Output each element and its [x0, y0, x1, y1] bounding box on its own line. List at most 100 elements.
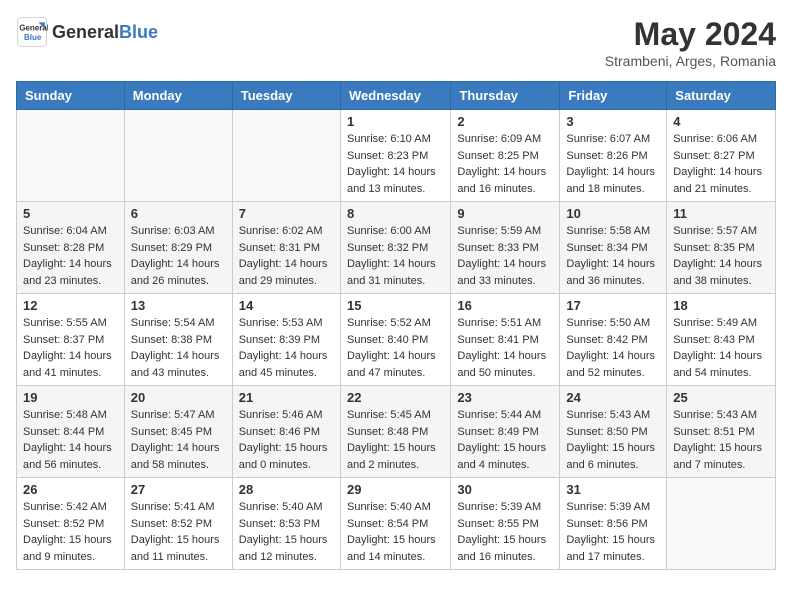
- calendar-week-1: 1 Sunrise: 6:10 AMSunset: 8:23 PMDaylight…: [17, 110, 776, 202]
- day-number: 22: [347, 390, 444, 405]
- day-info: Sunrise: 5:39 AMSunset: 8:56 PMDaylight:…: [566, 499, 660, 565]
- day-info: Sunrise: 5:43 AMSunset: 8:50 PMDaylight:…: [566, 407, 660, 473]
- calendar-cell: [667, 478, 776, 570]
- weekday-header-thursday: Thursday: [451, 82, 560, 110]
- calendar-cell: 8 Sunrise: 6:00 AMSunset: 8:32 PMDaylight…: [340, 202, 450, 294]
- calendar-cell: 30Sunrise: 5:39 AMSunset: 8:55 PMDayligh…: [451, 478, 560, 570]
- day-info: Sunrise: 6:06 AMSunset: 8:27 PMDaylight:…: [673, 131, 769, 197]
- day-number: 5: [23, 206, 118, 221]
- day-info: Sunrise: 6:02 AMSunset: 8:31 PMDaylight:…: [239, 223, 334, 289]
- day-number: 20: [131, 390, 226, 405]
- calendar-cell: 16 Sunrise: 5:51 AMSunset: 8:41 PMDayligh…: [451, 294, 560, 386]
- day-info: Sunrise: 6:03 AMSunset: 8:29 PMDaylight:…: [131, 223, 226, 289]
- calendar-cell: 27 Sunrise: 5:41 AMSunset: 8:52 PMDayligh…: [124, 478, 232, 570]
- day-info: Sunrise: 5:51 AMSunset: 8:41 PMDaylight:…: [457, 315, 553, 381]
- day-number: 25: [673, 390, 769, 405]
- day-number: 19: [23, 390, 118, 405]
- day-info: Sunrise: 6:00 AMSunset: 8:32 PMDaylight:…: [347, 223, 444, 289]
- day-number: 2: [457, 114, 553, 129]
- day-info: Sunrise: 6:10 AMSunset: 8:23 PMDaylight:…: [347, 131, 444, 197]
- day-number: 24: [566, 390, 660, 405]
- title-area: May 2024 Strambeni, Arges, Romania: [605, 16, 776, 69]
- day-number: 31: [566, 482, 660, 497]
- day-info: Sunrise: 5:40 AMSunset: 8:54 PMDaylight:…: [347, 499, 444, 565]
- location-subtitle: Strambeni, Arges, Romania: [605, 53, 776, 69]
- day-info: Sunrise: 5:40 AMSunset: 8:53 PMDaylight:…: [239, 499, 334, 565]
- day-info: Sunrise: 5:41 AMSunset: 8:52 PMDaylight:…: [131, 499, 226, 565]
- calendar-cell: 4Sunrise: 6:06 AMSunset: 8:27 PMDaylight…: [667, 110, 776, 202]
- day-number: 7: [239, 206, 334, 221]
- logo-text: GeneralBlue: [52, 22, 158, 43]
- day-number: 18: [673, 298, 769, 313]
- calendar-cell: 20 Sunrise: 5:47 AMSunset: 8:45 PMDayligh…: [124, 386, 232, 478]
- page-header: General Blue GeneralBlue May 2024 Stramb…: [16, 16, 776, 69]
- calendar-cell: [124, 110, 232, 202]
- logo-general: General: [52, 22, 119, 42]
- calendar-cell: 5 Sunrise: 6:04 AMSunset: 8:28 PMDaylight…: [17, 202, 125, 294]
- day-number: 15: [347, 298, 444, 313]
- day-number: 16: [457, 298, 553, 313]
- day-number: 3: [566, 114, 660, 129]
- logo-blue: Blue: [119, 22, 158, 42]
- day-info: Sunrise: 5:53 AMSunset: 8:39 PMDaylight:…: [239, 315, 334, 381]
- day-info: Sunrise: 6:04 AMSunset: 8:28 PMDaylight:…: [23, 223, 118, 289]
- day-number: 29: [347, 482, 444, 497]
- day-number: 11: [673, 206, 769, 221]
- calendar-week-2: 5 Sunrise: 6:04 AMSunset: 8:28 PMDaylight…: [17, 202, 776, 294]
- calendar-cell: 7 Sunrise: 6:02 AMSunset: 8:31 PMDaylight…: [232, 202, 340, 294]
- day-info: Sunrise: 6:09 AMSunset: 8:25 PMDaylight:…: [457, 131, 553, 197]
- day-number: 26: [23, 482, 118, 497]
- day-number: 28: [239, 482, 334, 497]
- day-number: 13: [131, 298, 226, 313]
- calendar-cell: 1 Sunrise: 6:10 AMSunset: 8:23 PMDaylight…: [340, 110, 450, 202]
- calendar-cell: 10Sunrise: 5:58 AMSunset: 8:34 PMDayligh…: [560, 202, 667, 294]
- logo: General Blue GeneralBlue: [16, 16, 158, 48]
- calendar-cell: 2 Sunrise: 6:09 AMSunset: 8:25 PMDaylight…: [451, 110, 560, 202]
- day-info: Sunrise: 5:49 AMSunset: 8:43 PMDaylight:…: [673, 315, 769, 381]
- weekday-header-saturday: Saturday: [667, 82, 776, 110]
- day-number: 8: [347, 206, 444, 221]
- calendar-cell: 25Sunrise: 5:43 AMSunset: 8:51 PMDayligh…: [667, 386, 776, 478]
- day-info: Sunrise: 5:52 AMSunset: 8:40 PMDaylight:…: [347, 315, 444, 381]
- calendar-cell: 26 Sunrise: 5:42 AMSunset: 8:52 PMDayligh…: [17, 478, 125, 570]
- calendar-cell: 15 Sunrise: 5:52 AMSunset: 8:40 PMDayligh…: [340, 294, 450, 386]
- day-number: 14: [239, 298, 334, 313]
- day-info: Sunrise: 5:54 AMSunset: 8:38 PMDaylight:…: [131, 315, 226, 381]
- calendar-cell: 17Sunrise: 5:50 AMSunset: 8:42 PMDayligh…: [560, 294, 667, 386]
- day-info: Sunrise: 6:07 AMSunset: 8:26 PMDaylight:…: [566, 131, 660, 197]
- logo-icon: General Blue: [16, 16, 48, 48]
- calendar-cell: 19 Sunrise: 5:48 AMSunset: 8:44 PMDayligh…: [17, 386, 125, 478]
- calendar-cell: [232, 110, 340, 202]
- calendar-cell: 29 Sunrise: 5:40 AMSunset: 8:54 PMDayligh…: [340, 478, 450, 570]
- calendar-cell: 23 Sunrise: 5:44 AMSunset: 8:49 PMDayligh…: [451, 386, 560, 478]
- day-number: 27: [131, 482, 226, 497]
- day-info: Sunrise: 5:44 AMSunset: 8:49 PMDaylight:…: [457, 407, 553, 473]
- day-info: Sunrise: 5:46 AMSunset: 8:46 PMDaylight:…: [239, 407, 334, 473]
- calendar-week-5: 26 Sunrise: 5:42 AMSunset: 8:52 PMDayligh…: [17, 478, 776, 570]
- day-number: 21: [239, 390, 334, 405]
- calendar-cell: 3 Sunrise: 6:07 AMSunset: 8:26 PMDaylight…: [560, 110, 667, 202]
- calendar-cell: 12Sunrise: 5:55 AMSunset: 8:37 PMDayligh…: [17, 294, 125, 386]
- day-info: Sunrise: 5:50 AMSunset: 8:42 PMDaylight:…: [566, 315, 660, 381]
- calendar-week-3: 12Sunrise: 5:55 AMSunset: 8:37 PMDayligh…: [17, 294, 776, 386]
- day-number: 23: [457, 390, 553, 405]
- day-number: 1: [347, 114, 444, 129]
- calendar-cell: 6Sunrise: 6:03 AMSunset: 8:29 PMDaylight…: [124, 202, 232, 294]
- day-info: Sunrise: 5:42 AMSunset: 8:52 PMDaylight:…: [23, 499, 118, 565]
- day-info: Sunrise: 5:45 AMSunset: 8:48 PMDaylight:…: [347, 407, 444, 473]
- calendar-cell: 14 Sunrise: 5:53 AMSunset: 8:39 PMDayligh…: [232, 294, 340, 386]
- day-info: Sunrise: 5:59 AMSunset: 8:33 PMDaylight:…: [457, 223, 553, 289]
- calendar-cell: 11Sunrise: 5:57 AMSunset: 8:35 PMDayligh…: [667, 202, 776, 294]
- calendar-cell: 28 Sunrise: 5:40 AMSunset: 8:53 PMDayligh…: [232, 478, 340, 570]
- day-number: 9: [457, 206, 553, 221]
- day-info: Sunrise: 5:47 AMSunset: 8:45 PMDaylight:…: [131, 407, 226, 473]
- calendar-cell: 22 Sunrise: 5:45 AMSunset: 8:48 PMDayligh…: [340, 386, 450, 478]
- month-year-title: May 2024: [605, 16, 776, 53]
- calendar-cell: 24 Sunrise: 5:43 AMSunset: 8:50 PMDayligh…: [560, 386, 667, 478]
- day-info: Sunrise: 5:55 AMSunset: 8:37 PMDaylight:…: [23, 315, 118, 381]
- day-number: 30: [457, 482, 553, 497]
- calendar-cell: 9 Sunrise: 5:59 AMSunset: 8:33 PMDaylight…: [451, 202, 560, 294]
- day-info: Sunrise: 5:48 AMSunset: 8:44 PMDaylight:…: [23, 407, 118, 473]
- weekday-header-tuesday: Tuesday: [232, 82, 340, 110]
- calendar-week-4: 19 Sunrise: 5:48 AMSunset: 8:44 PMDayligh…: [17, 386, 776, 478]
